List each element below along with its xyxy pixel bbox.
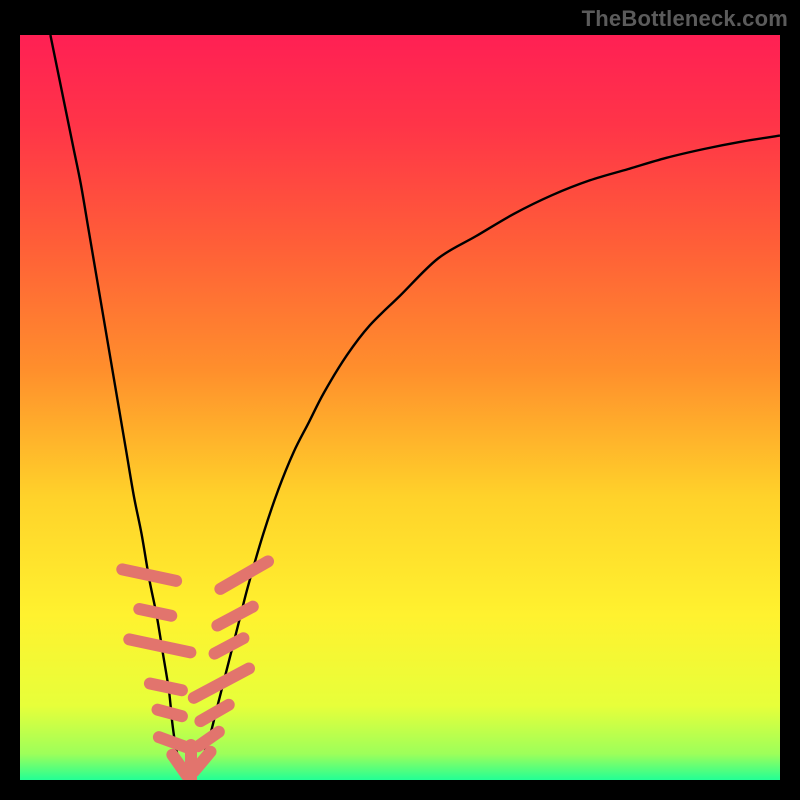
chart-frame: TheBottleneck.com	[0, 0, 800, 800]
chart-svg	[20, 35, 780, 780]
watermark-text: TheBottleneck.com	[582, 6, 788, 32]
gradient-background	[20, 35, 780, 780]
plot-area	[20, 35, 780, 780]
